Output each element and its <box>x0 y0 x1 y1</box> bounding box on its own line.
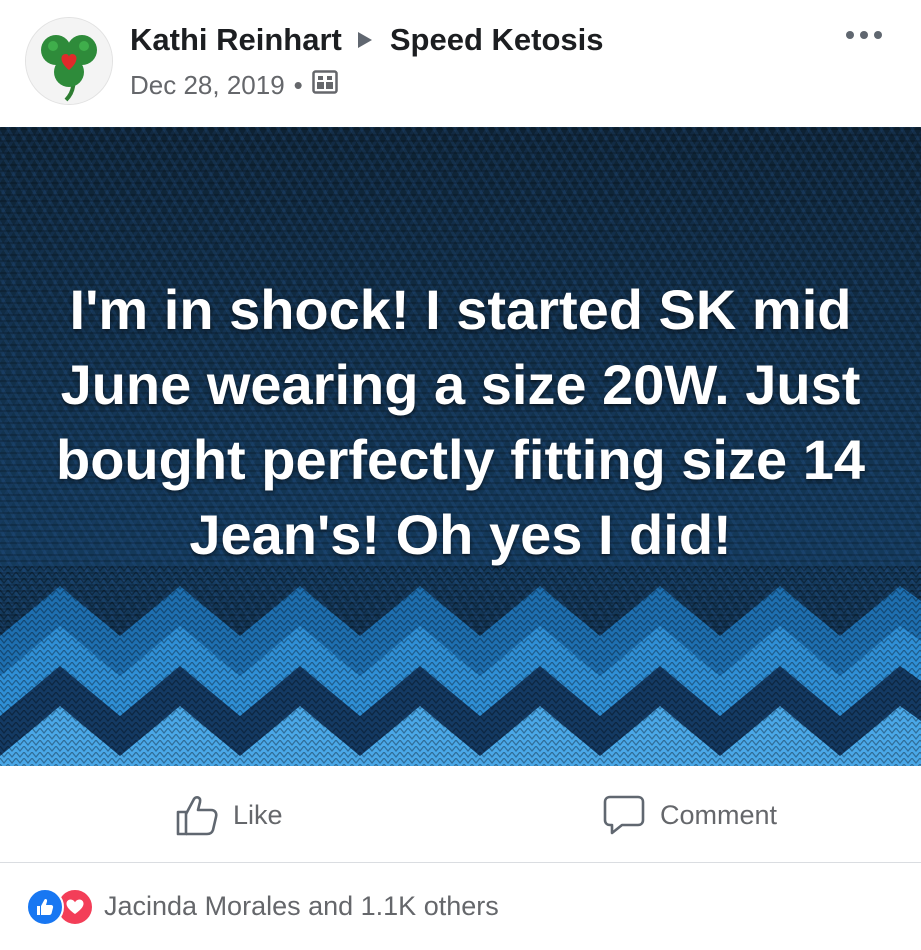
like-button[interactable]: Like <box>175 792 283 838</box>
group-audience-icon <box>312 69 338 101</box>
thumbs-up-icon <box>176 796 218 836</box>
post-actions: Like Comment <box>0 766 921 863</box>
post-image[interactable]: I'm in shock! I started SK mid June wear… <box>0 127 921 766</box>
post-image-text: I'm in shock! I started SK mid June wear… <box>56 278 865 566</box>
post-date[interactable]: Dec 28, 2019 <box>130 70 285 101</box>
group-name[interactable]: Speed Ketosis <box>390 22 604 58</box>
reactions-summary: Jacinda Morales and 1.1K others <box>0 863 921 950</box>
post-meta: Dec 28, 2019 • <box>130 68 338 102</box>
more-options-icon[interactable] <box>840 20 888 50</box>
author-name[interactable]: Kathi Reinhart <box>130 22 342 58</box>
post-title-row: Kathi Reinhart Speed Ketosis <box>130 20 603 60</box>
shamrock-heart-icon <box>26 18 112 104</box>
avatar[interactable] <box>25 17 113 105</box>
triangle-right-icon <box>356 22 374 58</box>
speech-bubble-icon <box>603 795 645 835</box>
comment-label: Comment <box>660 799 778 830</box>
knit-zigzag-pattern <box>0 566 921 766</box>
comment-button[interactable]: Comment <box>602 792 777 838</box>
like-reaction-icon <box>26 888 64 926</box>
post-header: Kathi Reinhart Speed Ketosis Dec 28, 201… <box>0 0 921 127</box>
meta-separator: • <box>293 69 303 100</box>
reaction-icons[interactable] <box>26 888 98 926</box>
like-label: Like <box>233 799 283 830</box>
reactions-summary-text[interactable]: Jacinda Morales and 1.1K others <box>104 888 499 924</box>
